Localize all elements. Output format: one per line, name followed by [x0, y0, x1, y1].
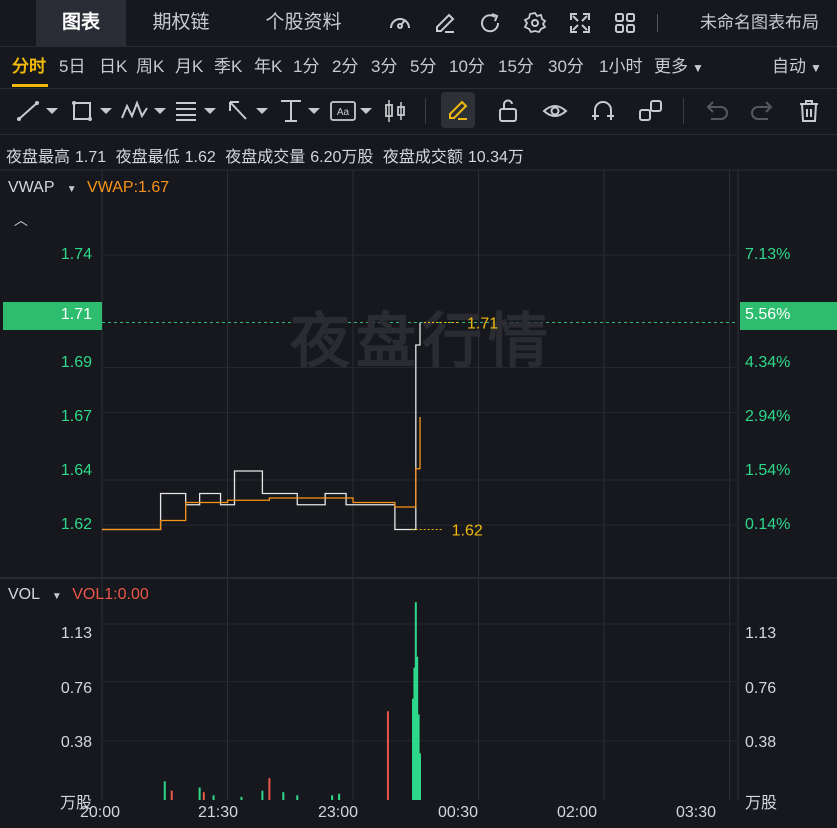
volume-bar [296, 795, 299, 800]
high-marker-label: 1.71 [467, 316, 498, 333]
volume-bar [419, 753, 421, 800]
current-price-label: 1.71 [60, 306, 92, 323]
vwap-legend[interactable]: VWAP ▼ VWAP:1.67 [8, 179, 169, 197]
volume-bar [198, 787, 201, 800]
vwap-indicator-name: VWAP [8, 179, 55, 196]
time-label: 00:30 [438, 804, 479, 821]
vol-indicator-name: VOL [8, 586, 40, 603]
vol-indicator-value: VOL1:0.00 [72, 586, 149, 603]
price-label: 1.64 [60, 462, 92, 479]
pct-label: 7.13% [745, 246, 791, 263]
vwap-line [102, 417, 421, 531]
vol-label: 1.13 [745, 625, 777, 642]
price-label: 1.69 [60, 354, 92, 371]
caret-down-icon: ▼ [51, 591, 62, 602]
time-label: 02:00 [557, 804, 598, 821]
vol-legend[interactable]: VOL ▼ VOL1:0.00 [8, 586, 149, 604]
vol-label: 0.38 [745, 734, 777, 751]
volume-bar [261, 790, 264, 800]
vol-unit-label: 万股 [745, 795, 778, 812]
intraday-chart[interactable]: 夜盘行情 1.71 1.62 [0, 0, 837, 828]
pct-label: 0.14% [745, 516, 791, 533]
pct-label: 4.34% [745, 354, 791, 371]
volume-bar [386, 711, 389, 800]
volume-bar [202, 792, 205, 800]
volume-bar [268, 778, 271, 800]
chart-grid [0, 169, 837, 800]
volume-bar [338, 793, 341, 800]
vol-unit-label: 万股 [59, 795, 92, 812]
volume-bar [163, 781, 166, 800]
price-label: 1.74 [60, 246, 92, 263]
collapse-chevron-icon[interactable]: ︿ [14, 210, 28, 230]
time-label: 23:00 [318, 804, 359, 821]
volume-bar [170, 790, 173, 800]
price-label: 1.67 [60, 408, 92, 425]
vwap-indicator-value: VWAP:1.67 [87, 179, 170, 196]
volume-bar [240, 796, 243, 800]
time-label: 21:30 [198, 804, 239, 821]
vol-label: 0.38 [60, 734, 92, 751]
volume-bar [212, 795, 215, 800]
price-label: 1.62 [60, 516, 92, 533]
pct-label: 2.94% [745, 408, 791, 425]
caret-down-icon: ▼ [66, 184, 77, 195]
volume-bar [331, 795, 334, 800]
time-label: 03:30 [676, 804, 717, 821]
watermark: 夜盘行情 [289, 308, 554, 375]
volume-bar [282, 792, 285, 800]
vol-label: 0.76 [745, 680, 777, 697]
vol-label: 0.76 [60, 680, 92, 697]
current-pct-label: 5.56% [745, 306, 791, 323]
vol-label: 1.13 [60, 625, 92, 642]
pct-label: 1.54% [745, 462, 791, 479]
volume-bars [163, 602, 421, 800]
time-label: 20:00 [80, 804, 121, 821]
low-marker-label: 1.62 [452, 523, 483, 540]
